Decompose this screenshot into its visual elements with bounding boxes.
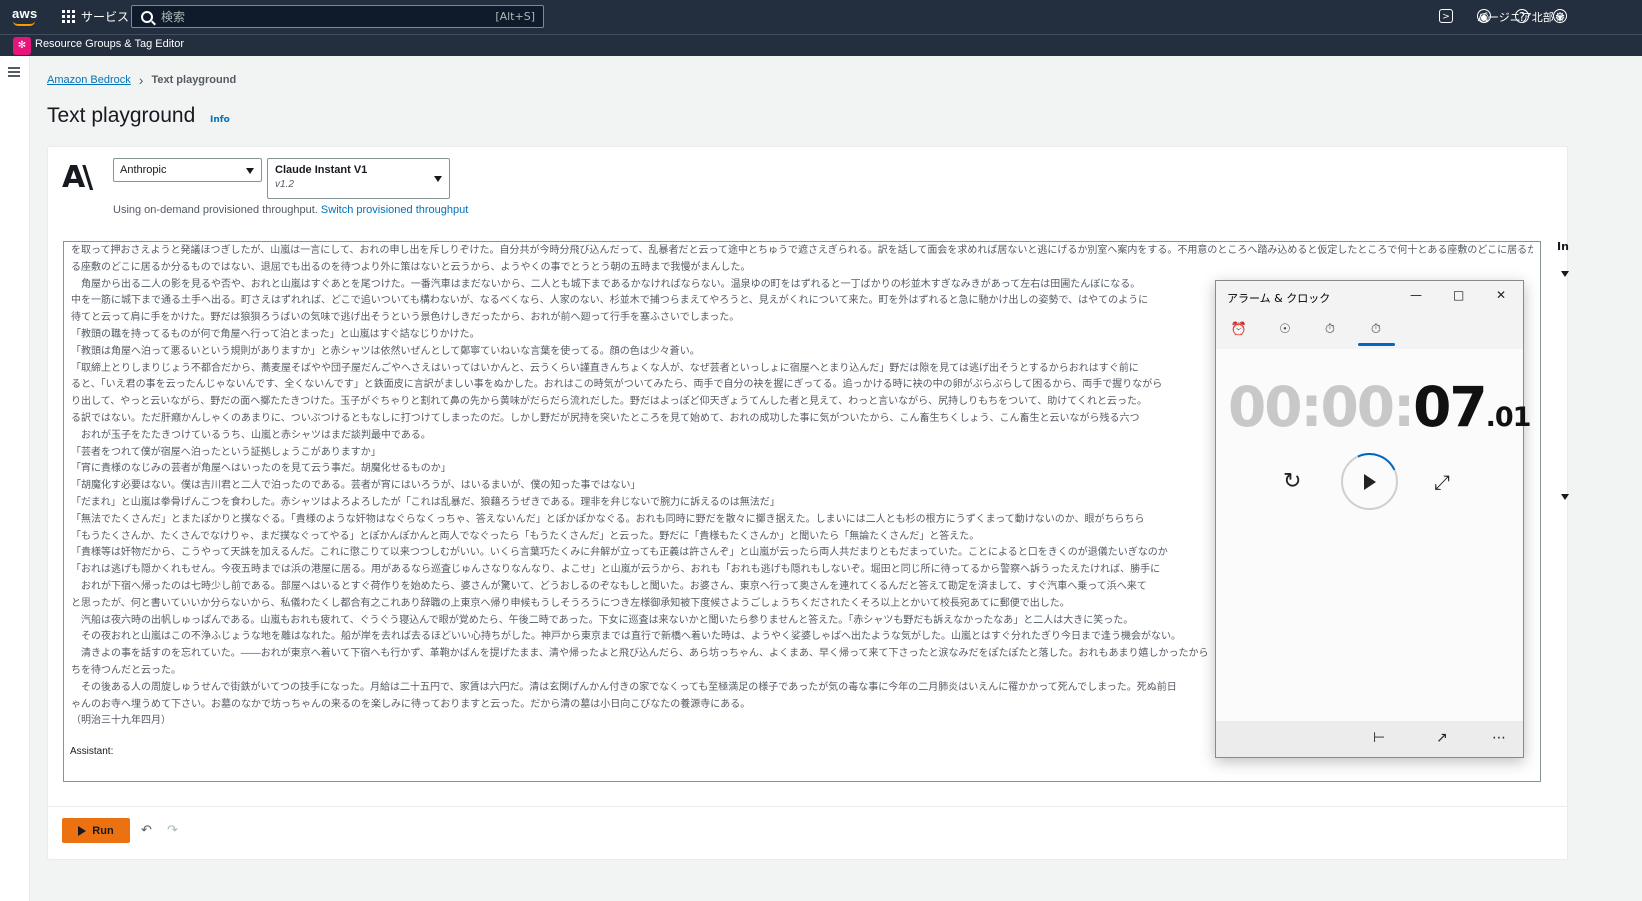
clock-titlebar[interactable]: アラーム & クロック — □ ✕ xyxy=(1216,281,1523,313)
sub-nav: ✻ Resource Groups & Tag Editor xyxy=(0,34,1642,56)
resource-groups-link[interactable]: Resource Groups & Tag Editor xyxy=(35,38,184,50)
search-icon xyxy=(141,10,153,23)
time-seconds: 07 xyxy=(1413,375,1488,439)
stopwatch-time: 00:00:07.01 xyxy=(1228,375,1532,439)
stopwatch-panel: 00:00:07.01 ↻ ⤢ xyxy=(1216,349,1531,721)
page-title: Text playground xyxy=(47,104,196,127)
throughput-info: Using on-demand provisioned throughput. … xyxy=(113,204,468,216)
throughput-text: Using on-demand provisioned throughput. xyxy=(113,204,318,216)
caret-down-icon xyxy=(246,168,254,174)
run-button[interactable]: Run xyxy=(62,818,130,843)
model-name: Claude Instant V1 xyxy=(275,164,368,176)
maximize-icon[interactable]: □ xyxy=(1453,288,1464,302)
editor-line: を取って押おさえようと発議ほつぎしたが、山嵐は一言にして、おれの申し出を斥しりぞ… xyxy=(71,245,1533,256)
undo-icon[interactable]: ↶ xyxy=(141,823,152,838)
world-clock-icon[interactable]: ☉ xyxy=(1276,321,1294,339)
top-nav: aws サービス 検索 [Alt+S] > ◉ ? ⚙ バージニア北部 ▾ xyxy=(0,0,1642,34)
collapse-triangle-icon[interactable] xyxy=(1561,271,1569,277)
redo-icon[interactable]: ↷ xyxy=(167,823,178,838)
services-label: サービス xyxy=(81,10,130,24)
aws-logo[interactable]: aws xyxy=(12,6,37,21)
play-icon xyxy=(78,825,87,836)
more-icon[interactable]: ⋯ xyxy=(1492,730,1506,746)
pin-icon[interactable]: ⊢ xyxy=(1373,730,1385,746)
reset-icon[interactable]: ↻ xyxy=(1283,469,1301,494)
menu-icon[interactable] xyxy=(8,67,20,77)
clock-window: アラーム & クロック — □ ✕ ⏰ ☉ ⏱ ⏱ 00:00:07.01 ↻ … xyxy=(1215,280,1531,758)
clock-tabs: ⏰ ☉ ⏱ ⏱ xyxy=(1216,313,1523,349)
provider-select[interactable]: Anthropic xyxy=(113,158,262,182)
chevron-right-icon: › xyxy=(138,72,144,88)
breadcrumb: Amazon Bedrock › Text playground xyxy=(47,72,236,88)
clock-title: アラーム & クロック xyxy=(1227,292,1331,305)
inference-panel-title: In xyxy=(1557,240,1569,253)
model-select[interactable]: Claude Instant V1 v1.2 xyxy=(267,158,450,199)
time-ms: .01 xyxy=(1485,402,1532,433)
region-selector[interactable]: バージニア北部 ▾ xyxy=(1477,9,1563,25)
clock-footer: ⊢ ↗ ⋯ xyxy=(1216,721,1523,757)
editor-line: る座敷のどこに居るか分るものではない、退屈でも出るのを待つより外に策はないと云う… xyxy=(71,261,751,273)
switch-throughput-link[interactable]: Switch provisioned throughput xyxy=(321,204,468,216)
close-icon[interactable]: ✕ xyxy=(1496,288,1506,302)
search-shortcut: [Alt+S] xyxy=(495,10,535,23)
cloudshell-icon[interactable]: > xyxy=(1439,9,1453,23)
model-version: v1.2 xyxy=(275,179,294,190)
active-tab-indicator xyxy=(1358,343,1395,346)
aws-logo-smile xyxy=(13,21,35,26)
search-placeholder: 検索 xyxy=(161,10,186,24)
caret-down-icon xyxy=(434,176,442,182)
alarm-icon[interactable]: ⏰ xyxy=(1230,321,1248,339)
stopwatch-icon[interactable]: ⏱ xyxy=(1367,321,1385,339)
search-input[interactable]: 検索 [Alt+S] xyxy=(131,5,544,28)
play-icon xyxy=(1364,474,1376,490)
breadcrumb-current: Text playground xyxy=(151,74,237,86)
services-grid-icon xyxy=(62,10,75,23)
minimize-icon[interactable]: — xyxy=(1410,288,1422,302)
breadcrumb-bedrock[interactable]: Amazon Bedrock xyxy=(47,74,131,86)
services-menu[interactable]: サービス xyxy=(62,8,129,25)
provider-value: Anthropic xyxy=(120,164,167,176)
divider xyxy=(47,806,1568,807)
assistant-label: Assistant: xyxy=(70,746,114,757)
info-link[interactable]: Info xyxy=(210,115,230,125)
share-icon[interactable]: ↗ xyxy=(1436,730,1448,746)
time-minutes: 00:00: xyxy=(1228,375,1415,439)
collapse-triangle-icon[interactable] xyxy=(1561,494,1569,500)
side-nav xyxy=(0,56,30,901)
expand-icon[interactable]: ⤢ xyxy=(1434,470,1450,494)
run-label: Run xyxy=(92,824,114,837)
anthropic-logo: A\ xyxy=(62,160,93,195)
resource-groups-icon: ✻ xyxy=(13,37,31,55)
timer-icon[interactable]: ⏱ xyxy=(1321,321,1339,339)
